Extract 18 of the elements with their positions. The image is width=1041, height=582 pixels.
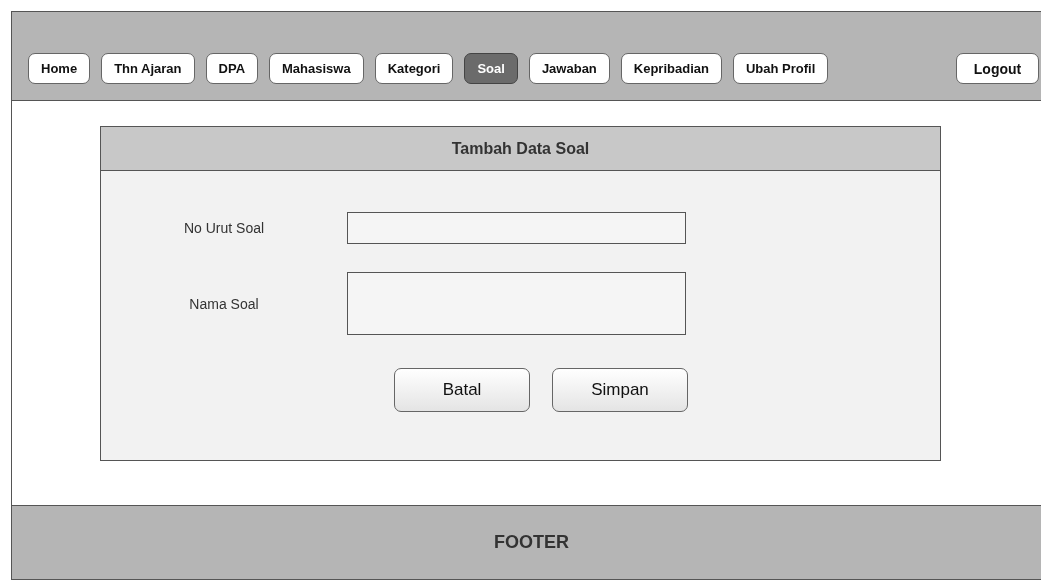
nav-button[interactable]: Mahasiswa <box>269 53 364 84</box>
nav-button[interactable]: Home <box>28 53 91 84</box>
field-label: No Urut Soal <box>182 220 266 236</box>
logout-button[interactable]: Logout <box>956 53 1039 84</box>
nav-button[interactable]: Kategori <box>374 53 454 84</box>
form-button[interactable]: Simpan <box>552 368 688 412</box>
input-field[interactable] <box>347 212 686 244</box>
footer-text: FOOTER <box>494 532 569 553</box>
panel-title: Tambah Data Soal <box>101 127 940 171</box>
nav-button[interactable]: Soal <box>464 53 518 84</box>
field-label: Nama Soal <box>188 295 260 312</box>
nav-button[interactable]: Thn Ajaran <box>101 53 195 84</box>
text-area[interactable] <box>347 272 686 335</box>
nav-button[interactable]: Kepribadian <box>620 53 722 84</box>
nav-button[interactable]: DPA <box>205 53 259 84</box>
nav-button[interactable]: Jawaban <box>528 53 610 84</box>
form-button[interactable]: Batal <box>394 368 530 412</box>
nav-button[interactable]: Ubah Profil <box>732 53 829 84</box>
